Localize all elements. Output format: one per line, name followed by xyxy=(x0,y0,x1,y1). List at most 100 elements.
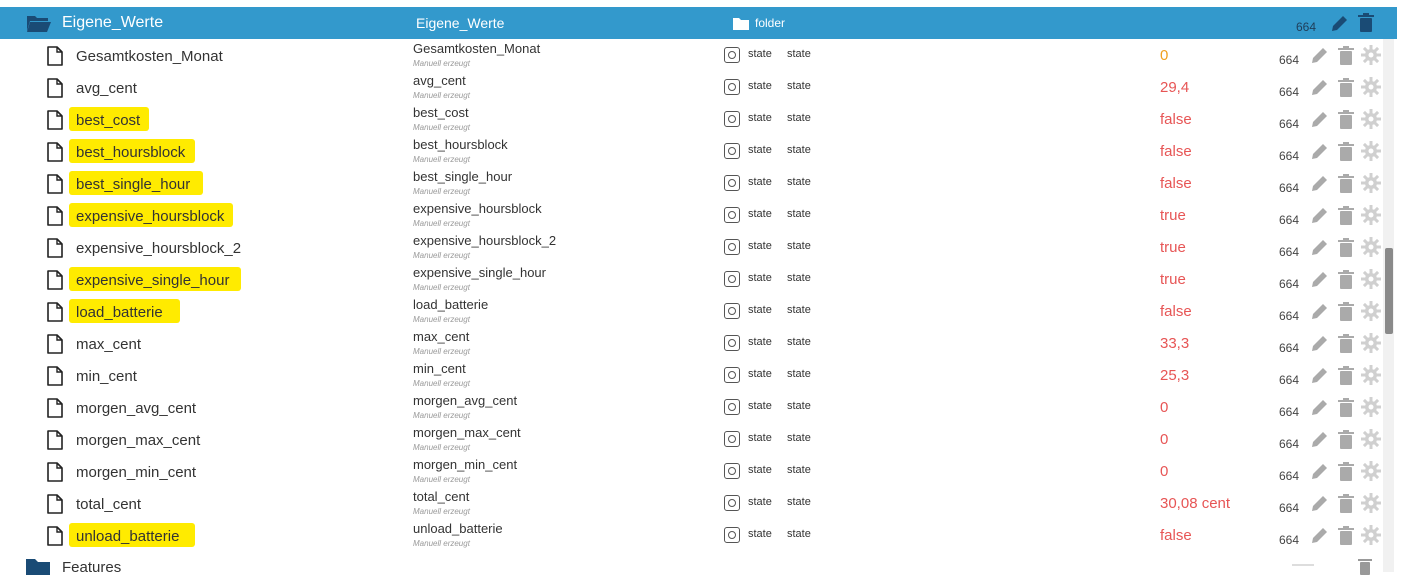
edit-icon[interactable] xyxy=(1310,493,1330,518)
folder-row-features[interactable]: Features xyxy=(0,552,1383,576)
list-item[interactable]: unload_batterie unload_batterie Manuell er… xyxy=(0,520,1383,552)
gear-icon[interactable] xyxy=(1361,237,1381,262)
trash-icon[interactable] xyxy=(1338,77,1354,102)
state-value[interactable]: false xyxy=(1160,303,1192,320)
list-item[interactable]: expensive_hoursblock_2 expensive_hoursblo… xyxy=(0,232,1383,264)
state-value[interactable]: false xyxy=(1160,527,1192,544)
state-id[interactable]: avg_cent xyxy=(76,80,137,97)
state-value[interactable]: false xyxy=(1160,111,1192,128)
state-id[interactable]: total_cent xyxy=(76,496,141,513)
trash-icon[interactable] xyxy=(1338,173,1354,198)
list-item[interactable]: expensive_single_hour expensive_single_ho… xyxy=(0,264,1383,296)
edit-icon[interactable] xyxy=(1310,429,1330,454)
edit-icon[interactable] xyxy=(1310,173,1330,198)
edit-icon[interactable] xyxy=(1310,365,1330,390)
trash-icon[interactable] xyxy=(1338,365,1354,390)
state-id[interactable]: best_hoursblock xyxy=(76,144,185,161)
gear-icon[interactable] xyxy=(1361,397,1381,422)
edit-icon[interactable] xyxy=(1310,205,1330,230)
trash-icon[interactable] xyxy=(1338,109,1354,134)
state-value[interactable]: 33,3 xyxy=(1160,335,1189,352)
gear-icon[interactable] xyxy=(1361,333,1381,358)
trash-icon[interactable] xyxy=(1338,141,1354,166)
state-id[interactable]: morgen_min_cent xyxy=(76,464,196,481)
state-value[interactable]: true xyxy=(1160,207,1186,224)
edit-icon[interactable] xyxy=(1310,301,1330,326)
list-item[interactable]: best_cost best_cost Manuell erzeugt state st… xyxy=(0,104,1383,136)
gear-icon[interactable] xyxy=(1361,493,1381,518)
edit-icon[interactable] xyxy=(1310,141,1330,166)
folder-icon[interactable] xyxy=(26,559,50,580)
trash-icon[interactable] xyxy=(1338,493,1354,518)
state-value[interactable]: false xyxy=(1160,143,1192,160)
list-item[interactable]: best_hoursblock best_hoursblock Manuell er… xyxy=(0,136,1383,168)
state-id[interactable]: best_cost xyxy=(76,112,140,129)
edit-icon[interactable] xyxy=(1310,397,1330,422)
gear-icon[interactable] xyxy=(1361,365,1381,390)
gear-icon[interactable] xyxy=(1361,109,1381,134)
gear-icon[interactable] xyxy=(1361,141,1381,166)
state-value[interactable]: 30,08 cent xyxy=(1160,495,1230,512)
gear-icon[interactable] xyxy=(1361,45,1381,70)
gear-icon[interactable] xyxy=(1361,429,1381,454)
list-item[interactable]: morgen_min_cent morgen_min_cent Manuell er… xyxy=(0,456,1383,488)
list-item[interactable]: morgen_avg_cent morgen_avg_cent Manuell er… xyxy=(0,392,1383,424)
state-id[interactable]: min_cent xyxy=(76,368,137,385)
state-value[interactable]: 0 xyxy=(1160,399,1168,416)
gear-icon[interactable] xyxy=(1361,461,1381,486)
state-id[interactable]: morgen_avg_cent xyxy=(76,400,196,417)
edit-icon[interactable] xyxy=(1310,109,1330,134)
edit-icon[interactable] xyxy=(1310,77,1330,102)
edit-icon[interactable] xyxy=(1310,461,1330,486)
state-id[interactable]: expensive_single_hour xyxy=(76,272,229,289)
scrollbar-thumb[interactable] xyxy=(1385,248,1393,334)
trash-icon[interactable] xyxy=(1357,557,1373,580)
trash-icon[interactable] xyxy=(1357,13,1375,38)
gear-icon[interactable] xyxy=(1361,301,1381,326)
list-item[interactable]: total_cent total_cent Manuell erzeugt state… xyxy=(0,488,1383,520)
trash-icon[interactable] xyxy=(1338,461,1354,486)
list-item[interactable]: max_cent max_cent Manuell erzeugt state stat… xyxy=(0,328,1383,360)
trash-icon[interactable] xyxy=(1338,237,1354,262)
state-value[interactable]: true xyxy=(1160,239,1186,256)
state-id[interactable]: morgen_max_cent xyxy=(76,432,200,449)
list-item[interactable]: load_batterie load_batterie Manuell erzeug… xyxy=(0,296,1383,328)
state-id[interactable]: load_batterie xyxy=(76,304,163,321)
list-item[interactable]: morgen_max_cent morgen_max_cent Manuell er… xyxy=(0,424,1383,456)
edit-icon[interactable] xyxy=(1310,333,1330,358)
list-item[interactable]: avg_cent avg_cent Manuell erzeugt state stat… xyxy=(0,72,1383,104)
trash-icon[interactable] xyxy=(1338,333,1354,358)
trash-icon[interactable] xyxy=(1338,301,1354,326)
state-value[interactable]: 0 xyxy=(1160,463,1168,480)
trash-icon[interactable] xyxy=(1338,525,1354,550)
state-value[interactable]: 0 xyxy=(1160,431,1168,448)
state-value[interactable]: 29,4 xyxy=(1160,79,1189,96)
edit-icon[interactable] xyxy=(1330,13,1350,38)
state-id[interactable]: expensive_hoursblock xyxy=(76,208,224,225)
list-item[interactable]: Gesamtkosten_Monat Gesamtkosten_Monat Manu… xyxy=(0,40,1383,72)
edit-icon[interactable] xyxy=(1310,269,1330,294)
trash-icon[interactable] xyxy=(1338,205,1354,230)
state-id[interactable]: Gesamtkosten_Monat xyxy=(76,48,223,65)
list-item[interactable]: expensive_hoursblock expensive_hoursblock… xyxy=(0,200,1383,232)
state-id[interactable]: unload_batterie xyxy=(76,528,179,545)
trash-icon[interactable] xyxy=(1338,397,1354,422)
trash-icon[interactable] xyxy=(1338,269,1354,294)
edit-icon[interactable] xyxy=(1310,237,1330,262)
state-value[interactable]: true xyxy=(1160,271,1186,288)
state-id[interactable]: best_single_hour xyxy=(76,176,190,193)
gear-icon[interactable] xyxy=(1361,525,1381,550)
edit-icon[interactable] xyxy=(1310,525,1330,550)
trash-icon[interactable] xyxy=(1338,429,1354,454)
gear-icon[interactable] xyxy=(1361,269,1381,294)
edit-icon[interactable] xyxy=(1310,45,1330,70)
state-value[interactable]: 25,3 xyxy=(1160,367,1189,384)
folder-open-icon[interactable] xyxy=(26,13,52,38)
gear-icon[interactable] xyxy=(1361,77,1381,102)
gear-icon[interactable] xyxy=(1361,205,1381,230)
trash-icon[interactable] xyxy=(1338,45,1354,70)
list-item[interactable]: min_cent min_cent Manuell erzeugt state stat… xyxy=(0,360,1383,392)
state-value[interactable]: 0 xyxy=(1160,47,1168,64)
list-item[interactable]: best_single_hour best_single_hour Manuell … xyxy=(0,168,1383,200)
gear-icon[interactable] xyxy=(1361,173,1381,198)
